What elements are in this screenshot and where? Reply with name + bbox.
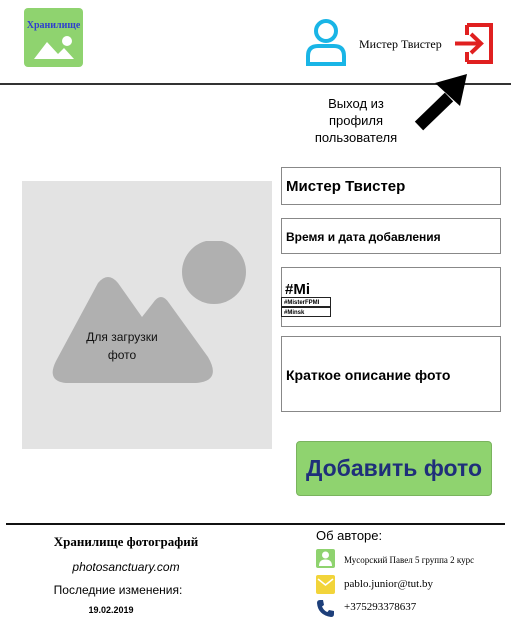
add-photo-button[interactable]: Добавить фото: [296, 441, 492, 496]
photo-upload-caption: Для загрузки фото: [86, 330, 158, 362]
phone-icon: [317, 600, 334, 617]
author-heading: Об авторе:: [316, 528, 383, 543]
tag-suggestion[interactable]: #MisterFPMI: [281, 297, 331, 307]
last-changes-label: Последние изменения:: [53, 583, 183, 597]
photo-upload-area[interactable]: [22, 181, 272, 449]
logo[interactable]: Хранилище: [24, 8, 83, 67]
author-name: Мусорский Павел 5 группа 2 курс: [344, 555, 475, 565]
tags-field-value: #Mi: [285, 281, 311, 298]
add-photo-button-label: Добавить фото: [305, 455, 483, 481]
image-icon: [52, 241, 246, 383]
last-changes-date: 19.02.2019: [88, 605, 134, 615]
user-name: Мистер Твистер: [359, 37, 442, 51]
mail-icon: [316, 575, 335, 594]
author-phone[interactable]: +375293378637: [344, 601, 416, 613]
datetime-field-label: Время и дата добавления: [286, 230, 441, 244]
name-field-value: Мистер Твистер: [286, 178, 406, 195]
description-field-label: Краткое описание фото: [286, 367, 451, 383]
description-field[interactable]: Краткое описание фото: [281, 336, 501, 412]
datetime-field[interactable]: Время и дата добавления: [281, 218, 501, 254]
tag-suggestions: #MisterFPMI #Minsk: [281, 297, 331, 317]
footer-site-link[interactable]: photosanctuary.com: [0, 560, 252, 574]
logout-icon[interactable]: [451, 22, 494, 65]
logout-caption: Выход из профиля пользователя: [314, 96, 398, 145]
author-email[interactable]: pablo.junior@tut.by: [344, 578, 433, 590]
arrow-icon: [414, 74, 467, 131]
user-icon[interactable]: [305, 18, 347, 66]
footer-title: Хранилище фотографий: [53, 534, 199, 549]
image-icon: [34, 36, 74, 59]
tag-suggestion[interactable]: #Minsk: [281, 307, 331, 317]
name-field[interactable]: Мистер Твистер: [281, 167, 501, 205]
logo-text: Хранилище: [26, 20, 81, 31]
person-icon: [316, 549, 335, 568]
footer-divider: [6, 523, 505, 525]
